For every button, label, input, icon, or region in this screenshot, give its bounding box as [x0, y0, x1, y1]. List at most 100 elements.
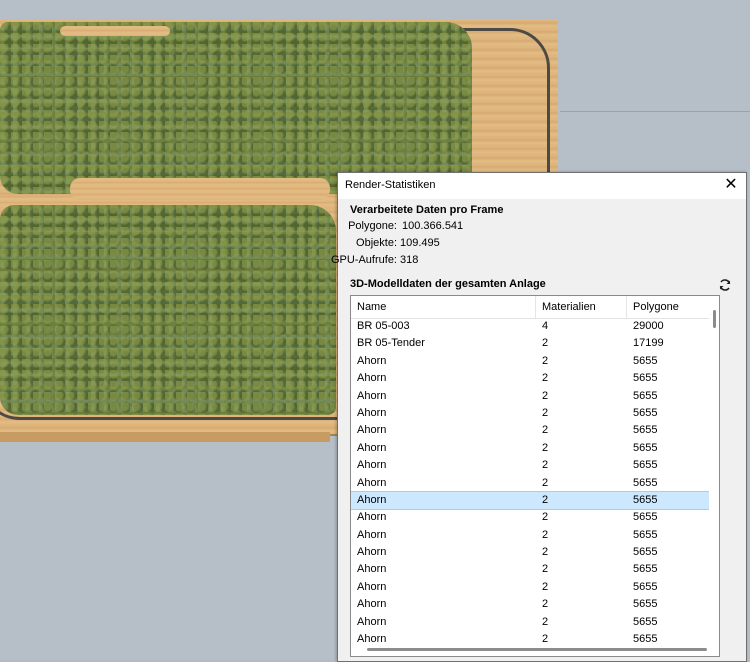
cell-materials: 2	[542, 406, 549, 419]
cell-polygons: 5655	[633, 546, 658, 559]
cell-materials: 2	[542, 424, 549, 437]
cell-polygons: 5655	[633, 511, 658, 524]
table-row[interactable]: Ahorn 2 5655	[351, 579, 709, 596]
cell-name: Ahorn	[357, 389, 387, 402]
cell-materials: 2	[542, 580, 549, 593]
cell-polygons: 5655	[633, 615, 658, 628]
cell-polygons: 29000	[633, 320, 664, 332]
cell-materials: 2	[542, 493, 549, 506]
cell-materials: 2	[542, 546, 549, 559]
table-row[interactable]: Ahorn 2 5655	[351, 353, 709, 370]
cell-polygons: 5655	[633, 389, 658, 402]
cell-name: Ahorn	[357, 580, 387, 593]
stat-label: Polygone:	[348, 220, 397, 232]
cell-materials: 2	[542, 337, 549, 350]
model-data-heading: 3D-Modelldaten der gesamten Anlage	[350, 278, 546, 290]
stat-value: 100.366.541	[402, 220, 464, 232]
table-row[interactable]: Ahorn 2 5655	[351, 631, 709, 642]
cell-polygons: 5655	[633, 354, 658, 367]
stat-value: 109.495	[400, 237, 440, 249]
dialog-title: Render-Statistiken	[345, 179, 436, 191]
close-icon[interactable]: ✕	[722, 176, 740, 194]
cell-materials: 2	[542, 633, 549, 642]
vertical-scrollbar[interactable]	[709, 296, 719, 642]
table-row[interactable]: Ahorn 2 5655	[351, 614, 709, 631]
cell-polygons: 5655	[633, 528, 658, 541]
cell-polygons: 5655	[633, 633, 658, 642]
table-row[interactable]: BR 05-Tender 2 17199	[351, 335, 709, 352]
table-row[interactable]: Ahorn 2 5655	[351, 596, 709, 613]
table-row[interactable]: Ahorn 2 5655	[351, 370, 709, 387]
list-header: Name Materialien Polygone	[351, 296, 709, 319]
forest-area-upper	[0, 22, 472, 194]
dialog-content: Verarbeitete Daten pro Frame Polygone: 1…	[331, 199, 748, 661]
forest-area-lower	[0, 205, 336, 415]
table-row[interactable]: Ahorn 2 5655	[351, 490, 709, 511]
cell-polygons: 5655	[633, 459, 658, 472]
stat-label: GPU-Aufrufe:	[330, 254, 397, 266]
baseboard-edge	[0, 432, 330, 442]
cell-polygons: 5655	[633, 441, 658, 454]
model-data-list[interactable]: Name Materialien Polygone BR 05-003 4 2900…	[350, 295, 720, 657]
cell-name: Ahorn	[357, 511, 387, 524]
cell-materials: 2	[542, 511, 549, 524]
clearing	[60, 26, 170, 36]
cell-polygons: 5655	[633, 406, 658, 419]
cell-name: Ahorn	[357, 563, 387, 576]
table-row[interactable]: Ahorn 2 5655	[351, 509, 709, 526]
column-header-name[interactable]: Name	[351, 296, 535, 318]
cell-materials: 2	[542, 372, 549, 385]
cell-polygons: 5655	[633, 372, 658, 385]
cell-name: Ahorn	[357, 441, 387, 454]
cell-polygons: 5655	[633, 580, 658, 593]
cell-name: Ahorn	[357, 615, 387, 628]
vertical-scroll-thumb[interactable]	[713, 310, 716, 328]
table-row[interactable]: Ahorn 2 5655	[351, 422, 709, 439]
table-row[interactable]: Ahorn 2 5655	[351, 388, 709, 405]
table-row[interactable]: Ahorn 2 5655	[351, 457, 709, 474]
cell-materials: 2	[542, 528, 549, 541]
horizontal-scrollbar[interactable]	[351, 642, 719, 656]
table-row[interactable]: BR 05-003 4 29000	[351, 318, 709, 335]
cell-materials: 4	[542, 320, 549, 332]
cell-materials: 2	[542, 598, 549, 611]
cell-name: Ahorn	[357, 633, 387, 642]
table-row[interactable]: Ahorn 2 5655	[351, 405, 709, 422]
cell-name: Ahorn	[357, 528, 387, 541]
cell-polygons: 5655	[633, 476, 658, 489]
cell-name: Ahorn	[357, 354, 387, 367]
table-row[interactable]: Ahorn 2 5655	[351, 440, 709, 457]
table-row[interactable]: Ahorn 2 5655	[351, 475, 709, 492]
cell-name: Ahorn	[357, 372, 387, 385]
cell-name: Ahorn	[357, 476, 387, 489]
stat-gpu-calls: GPU-Aufrufe: 318	[331, 254, 748, 268]
cell-materials: 2	[542, 459, 549, 472]
cell-polygons: 5655	[633, 563, 658, 576]
horizon-line	[560, 111, 750, 112]
table-row[interactable]: Ahorn 2 5655	[351, 527, 709, 544]
horizontal-scroll-thumb[interactable]	[367, 648, 707, 651]
render-statistics-dialog: Render-Statistiken ✕ Verarbeitete Daten …	[331, 172, 748, 662]
cell-materials: 2	[542, 354, 549, 367]
cell-name: Ahorn	[357, 424, 387, 437]
list-rows: BR 05-003 4 29000 BR 05-Tender 2 17199 Ahorn 2 5…	[351, 318, 709, 642]
table-row[interactable]: Ahorn 2 5655	[351, 544, 709, 561]
column-header-materials[interactable]: Materialien	[536, 296, 626, 318]
stat-objects: Objekte: 109.495	[338, 237, 748, 251]
dialog-titlebar[interactable]: Render-Statistiken ✕	[338, 173, 746, 199]
table-row[interactable]: Ahorn 2 5655	[351, 561, 709, 578]
cell-name: Ahorn	[357, 459, 387, 472]
cell-materials: 2	[542, 389, 549, 402]
clearing-path	[70, 178, 330, 200]
refresh-icon[interactable]	[718, 278, 732, 292]
cell-name: Ahorn	[357, 598, 387, 611]
frame-data-heading: Verarbeitete Daten pro Frame	[350, 204, 504, 216]
cell-polygons: 5655	[633, 493, 658, 506]
stat-value: 318	[400, 254, 419, 266]
cell-polygons: 17199	[633, 337, 664, 350]
column-header-polygons[interactable]: Polygone	[627, 296, 711, 318]
cell-materials: 2	[542, 476, 549, 489]
cell-name: BR 05-003	[357, 320, 410, 332]
stat-polygons: Polygone: 100.366.541	[338, 220, 748, 234]
cell-materials: 2	[542, 563, 549, 576]
